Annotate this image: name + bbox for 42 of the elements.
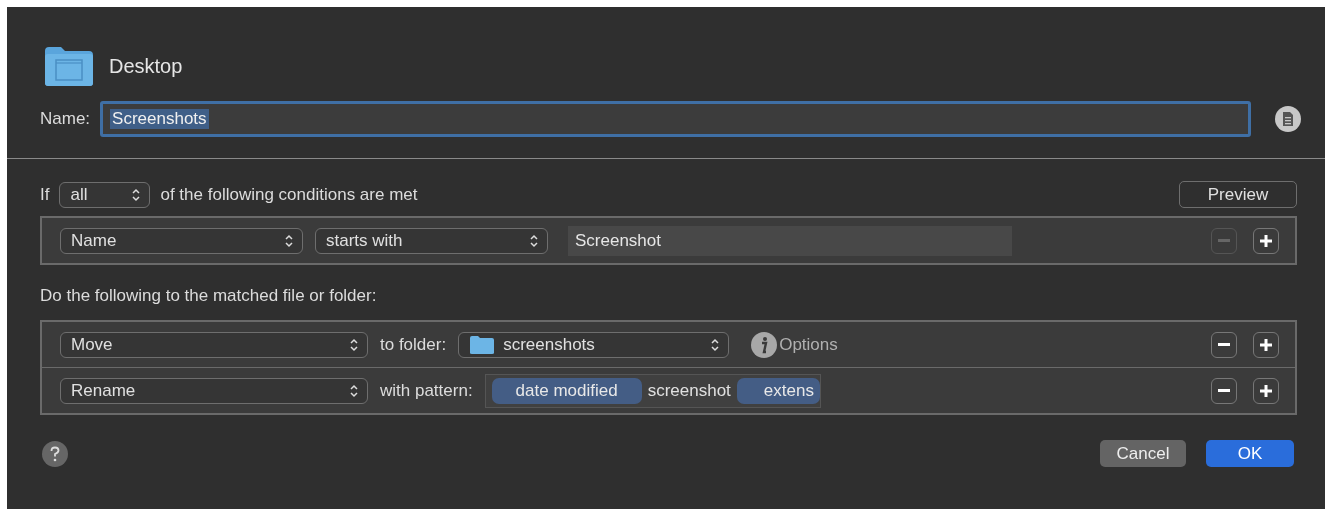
name-label: Name:	[40, 109, 91, 129]
folder-popup[interactable]: screenshots	[458, 331, 730, 358]
plus-icon	[1260, 234, 1272, 247]
if-label: If	[40, 184, 50, 205]
match-popup[interactable]: all	[59, 181, 151, 208]
pattern-field[interactable]: date modified screenshot extens	[484, 373, 821, 408]
preview-button[interactable]: Preview	[1179, 181, 1297, 208]
cancel-button[interactable]: Cancel	[1100, 440, 1186, 467]
actions-label: Do the following to the matched file or folder:	[39, 285, 378, 307]
remove-button[interactable]	[1211, 331, 1237, 358]
help-icon[interactable]	[42, 440, 68, 467]
chevron-icon	[349, 383, 359, 398]
ok-button[interactable]: OK	[1206, 440, 1294, 467]
folder-name: Desktop	[109, 54, 183, 78]
operator-popup[interactable]: starts with	[315, 227, 548, 254]
chevron-icon	[529, 233, 539, 248]
folder-icon	[43, 45, 95, 87]
add-button[interactable]	[1253, 331, 1279, 358]
chevron-icon	[349, 337, 359, 352]
action-popup[interactable]: Rename	[60, 377, 368, 404]
info-icon[interactable]	[751, 331, 778, 358]
action-label: with pattern:	[380, 380, 473, 401]
name-field[interactable]: Screenshots	[100, 101, 1252, 137]
minus-icon	[1218, 239, 1230, 242]
conditions-label: of the following conditions are met	[160, 184, 418, 205]
chevron-icon	[131, 187, 142, 202]
plus-icon	[1260, 384, 1272, 397]
action-label: to folder:	[380, 334, 447, 355]
folder-icon	[469, 334, 496, 355]
attribute-popup[interactable]: Name	[60, 227, 303, 254]
chevron-icon	[284, 233, 294, 248]
plus-icon	[1260, 338, 1272, 351]
minus-icon	[1218, 389, 1230, 392]
options-link[interactable]: Options	[779, 334, 838, 355]
document-icon[interactable]	[1275, 106, 1302, 132]
chevron-icon	[710, 337, 721, 352]
minus-icon	[1218, 343, 1230, 346]
action-popup[interactable]: Move	[60, 331, 368, 358]
add-button[interactable]	[1253, 227, 1279, 254]
value-field[interactable]: Screenshot	[568, 225, 1012, 256]
add-button[interactable]	[1253, 377, 1279, 404]
remove-button[interactable]	[1211, 377, 1237, 404]
